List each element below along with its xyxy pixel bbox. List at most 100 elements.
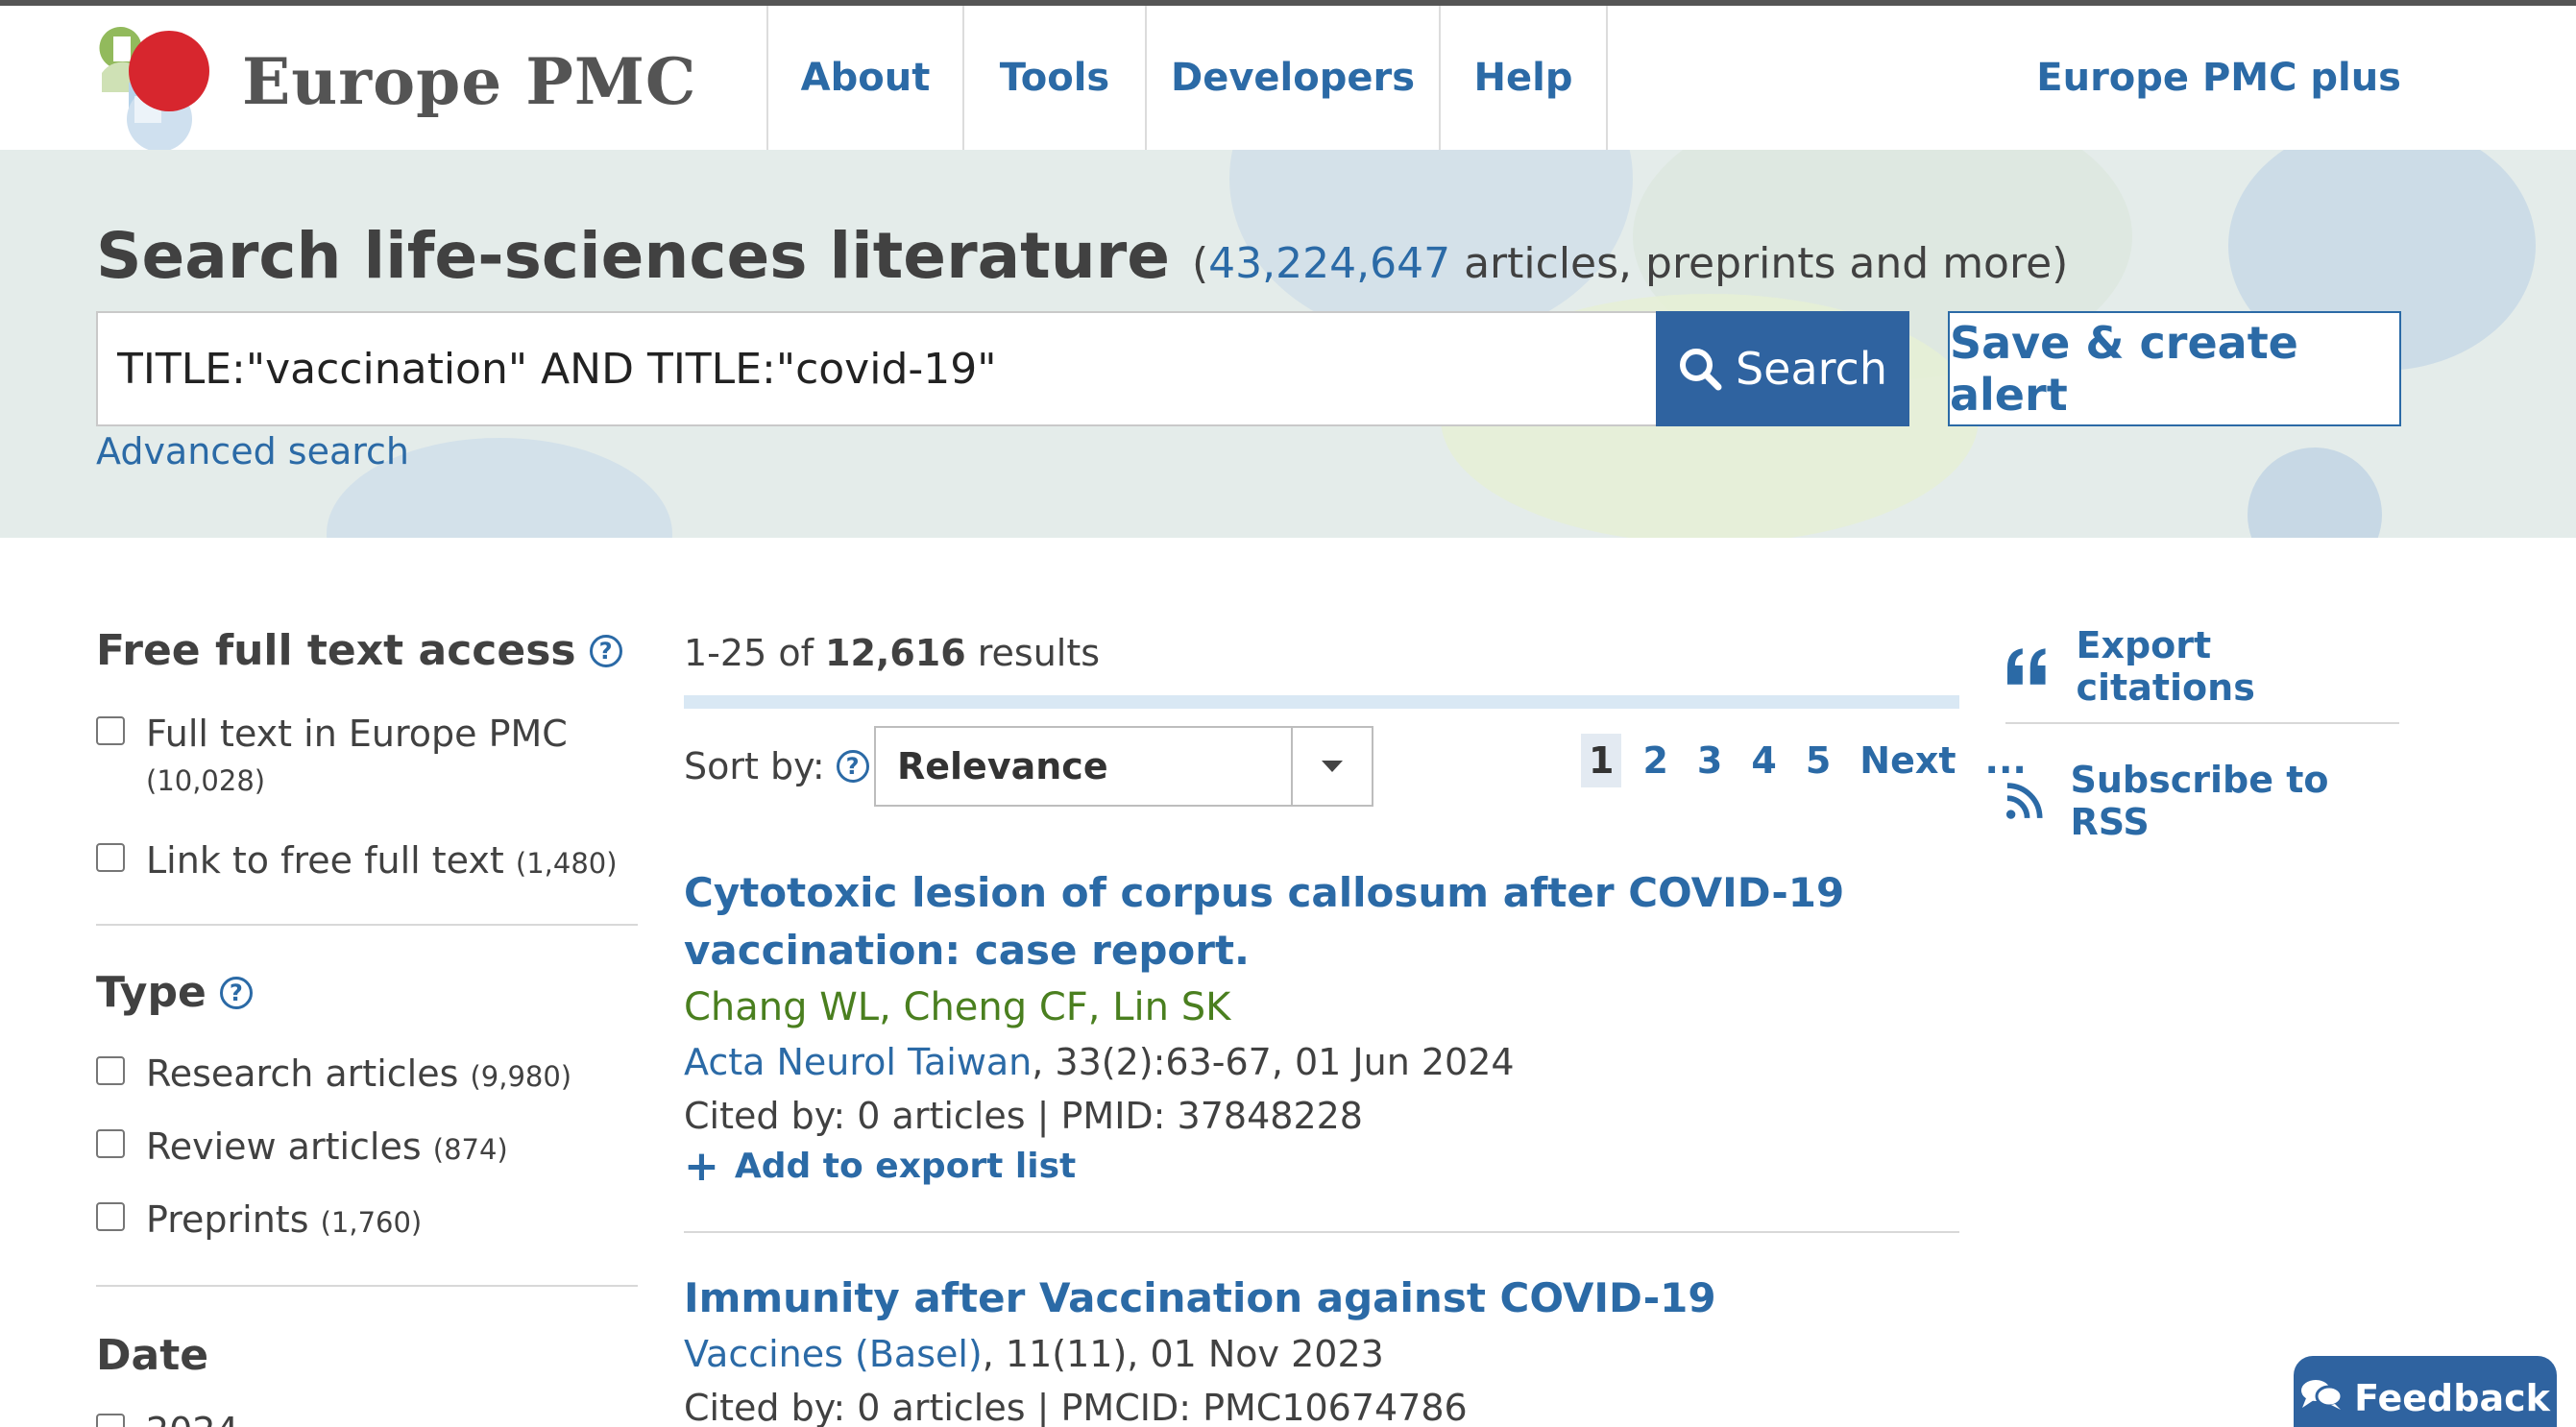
subscribe-rss-label: Subscribe to RSS bbox=[2070, 759, 2329, 843]
filter-research-articles[interactable]: Research articles (9,980) bbox=[96, 1052, 571, 1095]
feedback-button[interactable]: Feedback bbox=[2294, 1356, 2557, 1427]
main-nav: About Tools Developers Help bbox=[766, 6, 1608, 150]
feedback-label: Feedback bbox=[2354, 1377, 2550, 1419]
rail-divider bbox=[2005, 722, 2399, 724]
checkbox[interactable] bbox=[96, 1129, 125, 1158]
add-to-export-label: Add to export list bbox=[734, 1147, 1077, 1186]
results-progress-bar bbox=[684, 695, 1959, 709]
search-button[interactable]: Search bbox=[1656, 311, 1909, 426]
nav-tools[interactable]: Tools bbox=[962, 6, 1145, 150]
checkbox[interactable] bbox=[96, 1202, 125, 1231]
export-citations-link[interactable]: Export citations bbox=[2005, 624, 2399, 709]
checkbox[interactable] bbox=[96, 1056, 125, 1085]
nav-help[interactable]: Help bbox=[1439, 6, 1608, 150]
add-to-export-list-button[interactable]: + Add to export list bbox=[684, 1143, 1959, 1191]
facet-title-free-full-text: Free full text access ? bbox=[96, 626, 622, 675]
filter-label: Full text in Europe PMC bbox=[146, 713, 568, 755]
page-2[interactable]: 2 bbox=[1635, 734, 1675, 787]
filter-label-block: Full text in Europe PMC (10,028) bbox=[146, 713, 568, 797]
sort-selected-value: Relevance bbox=[897, 745, 1108, 787]
facet-title-type: Type ? bbox=[96, 968, 253, 1017]
checkbox[interactable] bbox=[96, 1414, 125, 1427]
page-4[interactable]: 4 bbox=[1743, 734, 1784, 787]
subscribe-rss-link[interactable]: Subscribe to RSS bbox=[2005, 759, 2399, 843]
logo-text: Europe PMC bbox=[242, 44, 697, 119]
page-5[interactable]: 5 bbox=[1798, 734, 1838, 787]
article-count-suffix: articles, preprints and more) bbox=[1450, 239, 2069, 288]
facet-title-label: Date bbox=[96, 1331, 209, 1380]
sort-select[interactable]: Relevance bbox=[874, 726, 1373, 807]
sort-label-text: Sort by: bbox=[684, 745, 825, 787]
help-icon[interactable]: ? bbox=[219, 976, 253, 1009]
chevron-down-icon bbox=[1291, 728, 1372, 805]
result-citation-details: , 11(11), 01 Nov 2023 bbox=[982, 1333, 1384, 1375]
facet-title-label: Free full text access bbox=[96, 626, 576, 675]
filter-label: Research articles bbox=[146, 1052, 459, 1095]
chevron-down-icon-shape bbox=[1322, 761, 1343, 772]
facet-title-date: Date bbox=[96, 1331, 208, 1380]
result-citation: Acta Neurol Taiwan, 33(2):63-67, 01 Jun … bbox=[684, 1035, 1959, 1089]
article-count-open: ( bbox=[1192, 239, 1209, 288]
europe-pmc-logo[interactable]: Europe PMC bbox=[92, 15, 707, 150]
checkbox[interactable] bbox=[96, 716, 125, 745]
quote-icon bbox=[2006, 648, 2046, 685]
filter-label: 2024 bbox=[146, 1410, 239, 1427]
filter-label-block: Preprints (1,760) bbox=[146, 1198, 422, 1241]
result-citation: Vaccines (Basel), 11(11), 01 Nov 2023 bbox=[684, 1327, 1959, 1381]
article-count-link[interactable]: 43,224,647 bbox=[1208, 239, 1450, 288]
filter-label: Review articles bbox=[146, 1125, 422, 1168]
site-header: Europe PMC About Tools Developers Help E… bbox=[0, 6, 2576, 150]
nav-developers[interactable]: Developers bbox=[1145, 6, 1439, 150]
search-hero: Search life-sciences literature (43,224,… bbox=[0, 150, 2576, 538]
facet-divider bbox=[96, 924, 638, 926]
filter-label: Preprints bbox=[146, 1198, 309, 1241]
checkbox[interactable] bbox=[96, 843, 125, 872]
save-create-alert-button[interactable]: Save & create alert bbox=[1948, 311, 2401, 426]
page-1[interactable]: 1 bbox=[1581, 734, 1622, 787]
filter-date-2024[interactable]: 2024 bbox=[96, 1410, 239, 1427]
result-title-link[interactable]: Cytotoxic lesion of corpus callosum afte… bbox=[684, 864, 1959, 980]
result-item: Immunity after Vaccination against COVID… bbox=[684, 1270, 1959, 1427]
result-journal-link[interactable]: Vaccines (Basel) bbox=[684, 1333, 983, 1375]
result-divider bbox=[684, 1231, 1959, 1233]
help-icon[interactable]: ? bbox=[589, 634, 622, 667]
filter-link-free-full-text[interactable]: Link to free full text (1,480) bbox=[96, 839, 618, 882]
filter-full-text-europe-pmc[interactable]: Full text in Europe PMC (10,028) bbox=[96, 713, 638, 797]
logo-mark-icon bbox=[99, 27, 209, 150]
results-total: 12,616 bbox=[825, 632, 966, 674]
filter-count: (874) bbox=[432, 1133, 508, 1166]
facet-divider bbox=[96, 1285, 638, 1287]
search-heading-text: Search life-sciences literature bbox=[96, 219, 1171, 293]
page-3[interactable]: 3 bbox=[1689, 734, 1730, 787]
results-range: 1-25 of bbox=[684, 632, 826, 674]
hero-background-shape bbox=[2248, 447, 2382, 538]
result-cited-by: Cited by: 0 articles | PMID: 37848228 bbox=[684, 1095, 1363, 1137]
result-citation-details: , 33(2):63-67, 01 Jun 2024 bbox=[1032, 1041, 1515, 1083]
nav-about[interactable]: About bbox=[766, 6, 962, 150]
rss-icon bbox=[2005, 783, 2043, 819]
filter-count: (1,760) bbox=[320, 1206, 423, 1239]
sort-label: Sort by: ? bbox=[684, 745, 869, 787]
result-title-link[interactable]: Immunity after Vaccination against COVID… bbox=[684, 1270, 1959, 1327]
nav-europe-pmc-plus[interactable]: Europe PMC plus bbox=[2036, 6, 2401, 150]
search-box bbox=[96, 311, 1658, 426]
article-count-line: (43,224,647 articles, preprints and more… bbox=[1192, 239, 2068, 288]
search-button-label: Search bbox=[1735, 343, 1888, 395]
filter-label: Link to free full text bbox=[146, 839, 504, 882]
page-next[interactable]: Next bbox=[1852, 734, 1963, 787]
results-suffix: results bbox=[965, 632, 1101, 674]
result-journal-link[interactable]: Acta Neurol Taiwan bbox=[684, 1041, 1032, 1083]
filter-count: (9,980) bbox=[470, 1060, 572, 1093]
filter-review-articles[interactable]: Review articles (874) bbox=[96, 1125, 508, 1168]
advanced-search-link[interactable]: Advanced search bbox=[96, 430, 409, 472]
search-heading: Search life-sciences literature (43,224,… bbox=[96, 219, 2068, 293]
pagination: 1 2 3 4 5 Next ... bbox=[1581, 734, 2034, 787]
search-input[interactable] bbox=[98, 313, 1656, 424]
export-citations-label: Export citations bbox=[2076, 624, 2255, 709]
result-authors: Chang WL, Cheng CF, Lin SK bbox=[684, 985, 1231, 1029]
help-icon[interactable]: ? bbox=[836, 750, 869, 783]
filter-preprints[interactable]: Preprints (1,760) bbox=[96, 1198, 422, 1241]
search-icon bbox=[1679, 349, 1722, 391]
facet-title-label: Type bbox=[96, 968, 207, 1017]
result-item: Cytotoxic lesion of corpus callosum afte… bbox=[684, 864, 1959, 1191]
